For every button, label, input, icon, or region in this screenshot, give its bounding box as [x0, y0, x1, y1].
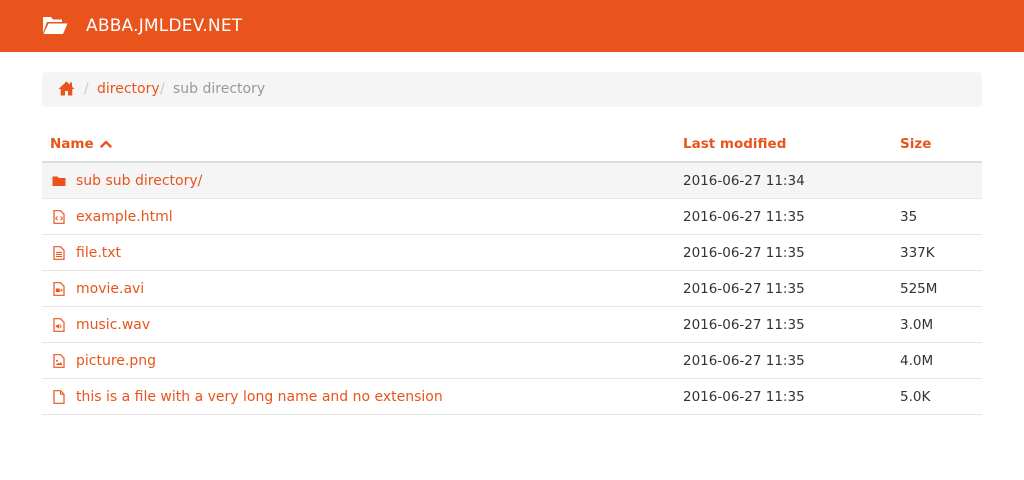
- file-modified-date: 2016-06-27 11:35: [683, 245, 805, 261]
- chevron-up-icon[interactable]: [100, 139, 112, 148]
- file-modified-date: 2016-06-27 11:35: [683, 353, 805, 369]
- table-row[interactable]: file.txt 2016-06-27 11:35 337K: [42, 235, 982, 271]
- folder-icon: [52, 176, 66, 186]
- file-icon: [53, 390, 65, 404]
- table-row[interactable]: movie.avi 2016-06-27 11:35 525M: [42, 271, 982, 307]
- breadcrumb-separator: /: [160, 81, 165, 97]
- file-modified-date: 2016-06-27 11:35: [683, 317, 805, 333]
- column-header-last-modified[interactable]: Last modified: [683, 136, 786, 152]
- table-row[interactable]: music.wav 2016-06-27 11:35 3.0M: [42, 307, 982, 343]
- breadcrumb-item-directory[interactable]: directory: [97, 80, 160, 98]
- file-name-link[interactable]: movie.avi: [76, 280, 144, 298]
- file-name-link[interactable]: music.wav: [76, 316, 150, 334]
- file-modified-date: 2016-06-27 11:35: [683, 209, 805, 225]
- file-size: 5.0K: [900, 389, 931, 405]
- file-size: 4.0M: [900, 353, 934, 369]
- breadcrumb-separator: /: [84, 81, 89, 97]
- site-title[interactable]: ABBA.JMLDEV.NET: [86, 15, 242, 37]
- file-video-icon: [53, 282, 65, 296]
- file-text-icon: [53, 246, 65, 260]
- table-row[interactable]: this is a file with a very long name and…: [42, 379, 982, 415]
- folder-open-icon: [43, 17, 68, 34]
- file-name-link[interactable]: example.html: [76, 208, 173, 226]
- file-size: 337K: [900, 245, 935, 261]
- column-header-name[interactable]: Name: [50, 136, 94, 152]
- file-image-icon: [53, 354, 65, 368]
- file-listing-table: Name Last modified Size sub sub director…: [42, 126, 982, 415]
- file-name-link[interactable]: picture.png: [76, 352, 156, 370]
- file-modified-date: 2016-06-27 11:35: [683, 389, 805, 405]
- table-row[interactable]: sub sub directory/ 2016-06-27 11:34: [42, 163, 982, 199]
- file-name-link[interactable]: file.txt: [76, 244, 121, 262]
- home-icon[interactable]: [58, 81, 75, 96]
- column-header-size[interactable]: Size: [900, 136, 931, 152]
- breadcrumb-item-sub-directory: sub directory: [173, 81, 266, 97]
- breadcrumb: / directory / sub directory: [42, 72, 982, 107]
- file-size: 35: [900, 209, 918, 225]
- file-name-link[interactable]: sub sub directory/: [76, 172, 202, 190]
- file-audio-icon: [53, 318, 65, 332]
- table-header: Name Last modified Size: [42, 126, 982, 163]
- file-modified-date: 2016-06-27 11:34: [683, 173, 805, 189]
- table-row[interactable]: example.html 2016-06-27 11:35 35: [42, 199, 982, 235]
- file-size: 3.0M: [900, 317, 934, 333]
- table-row[interactable]: picture.png 2016-06-27 11:35 4.0M: [42, 343, 982, 379]
- file-size: 525M: [900, 281, 938, 297]
- file-code-icon: [53, 210, 65, 224]
- file-name-link[interactable]: this is a file with a very long name and…: [76, 388, 443, 406]
- top-bar: ABBA.JMLDEV.NET: [0, 0, 1024, 52]
- file-modified-date: 2016-06-27 11:35: [683, 281, 805, 297]
